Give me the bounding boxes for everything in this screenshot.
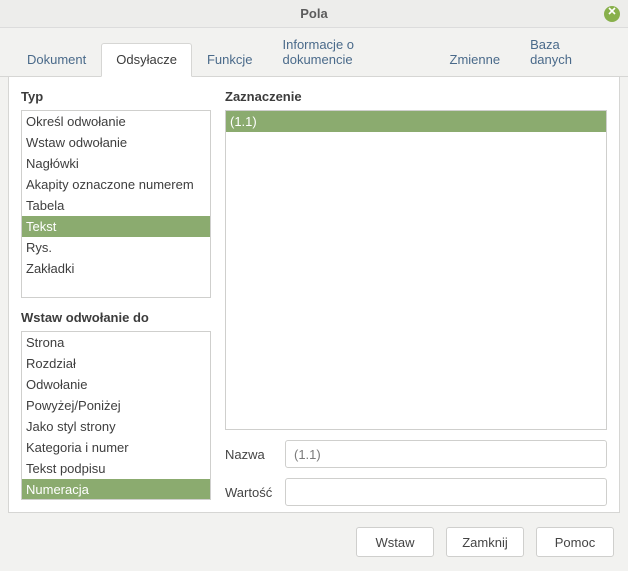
panel: Typ Określ odwołanie Wstaw odwołanie Nag… [8, 77, 620, 513]
right-column: Zaznaczenie (1.1) Nazwa Wartość [225, 89, 607, 500]
ref-item[interactable]: Numeracja [22, 479, 210, 500]
left-column: Typ Określ odwołanie Wstaw odwołanie Nag… [21, 89, 211, 500]
ref-item[interactable]: Strona [22, 332, 210, 353]
tab-dokument[interactable]: Dokument [12, 43, 101, 76]
typ-item[interactable]: Akapity oznaczone numerem [22, 174, 210, 195]
tab-odsylacze[interactable]: Odsyłacze [101, 43, 192, 77]
value-row: Wartość [225, 478, 607, 506]
close-icon[interactable] [604, 6, 620, 22]
typ-item[interactable]: Nagłówki [22, 153, 210, 174]
ref-item[interactable]: Powyżej/Poniżej [22, 395, 210, 416]
help-button[interactable]: Pomoc [536, 527, 614, 557]
typ-item[interactable]: Rys. [22, 237, 210, 258]
typ-listbox[interactable]: Określ odwołanie Wstaw odwołanie Nagłówk… [21, 110, 211, 298]
buttonbar: Wstaw Zamknij Pomoc [0, 521, 628, 569]
name-field[interactable] [285, 440, 607, 468]
selection-listbox[interactable]: (1.1) [225, 110, 607, 430]
selection-label: Zaznaczenie [225, 89, 607, 104]
typ-item[interactable]: Tekst [22, 216, 210, 237]
typ-item[interactable]: Określ odwołanie [22, 111, 210, 132]
name-row: Nazwa [225, 440, 607, 468]
typ-item[interactable]: Zakładki [22, 258, 210, 279]
window-title: Pola [300, 6, 327, 21]
tabstrip: Dokument Odsyłacze Funkcje Informacje o … [0, 28, 628, 77]
ref-item[interactable]: Kategoria i numer [22, 437, 210, 458]
name-label: Nazwa [225, 447, 273, 462]
typ-item[interactable]: Tabela [22, 195, 210, 216]
tab-funkcje[interactable]: Funkcje [192, 43, 268, 76]
ref-item[interactable]: Odwołanie [22, 374, 210, 395]
insert-ref-listbox[interactable]: Strona Rozdział Odwołanie Powyżej/Poniże… [21, 331, 211, 500]
tab-zmienne[interactable]: Zmienne [435, 43, 516, 76]
value-label: Wartość [225, 485, 273, 500]
tab-informacje[interactable]: Informacje o dokumencie [267, 28, 434, 76]
ref-item[interactable]: Jako styl strony [22, 416, 210, 437]
ref-item[interactable]: Tekst podpisu [22, 458, 210, 479]
selection-item[interactable]: (1.1) [226, 111, 606, 132]
insert-ref-label: Wstaw odwołanie do [21, 310, 211, 325]
typ-item[interactable]: Wstaw odwołanie [22, 132, 210, 153]
close-button[interactable]: Zamknij [446, 527, 524, 557]
typ-label: Typ [21, 89, 211, 104]
tab-baza-danych[interactable]: Baza danych [515, 28, 616, 76]
ref-item[interactable]: Rozdział [22, 353, 210, 374]
titlebar: Pola [0, 0, 628, 28]
value-field[interactable] [285, 478, 607, 506]
insert-button[interactable]: Wstaw [356, 527, 434, 557]
